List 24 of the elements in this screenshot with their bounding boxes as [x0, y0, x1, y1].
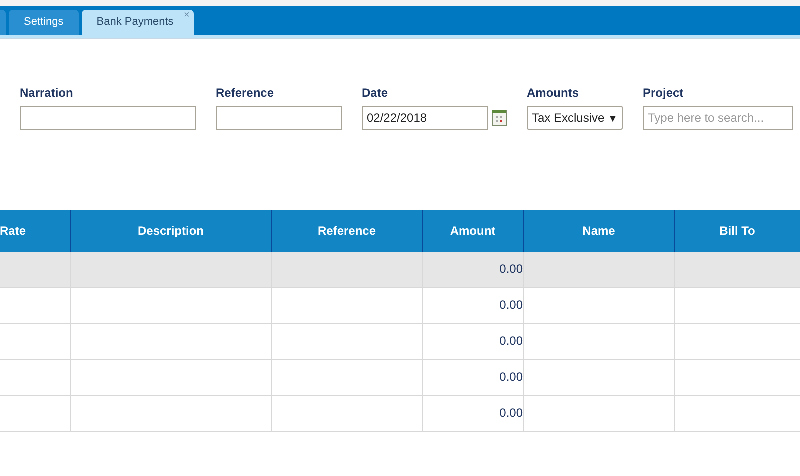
- input-field[interactable]: 02/22/2018: [362, 106, 488, 130]
- amount-cell: 0.00: [500, 370, 523, 384]
- table-row[interactable]: 0.00: [0, 396, 800, 432]
- amount-cell: 0.00: [500, 406, 523, 420]
- field-label: Project: [643, 86, 685, 102]
- input-field[interactable]: [216, 106, 342, 130]
- table-row[interactable]: 0.00: [0, 324, 800, 360]
- field-label: Date: [362, 86, 390, 102]
- calendar-icon[interactable]: [492, 110, 507, 126]
- table-row[interactable]: 0.00: [0, 360, 800, 396]
- tab[interactable]: Bank Payments ×: [82, 10, 194, 35]
- table-row[interactable]: 0.00: [0, 288, 800, 324]
- amount-cell: 0.00: [500, 262, 523, 276]
- tab[interactable]: Settings: [9, 10, 79, 35]
- amounts-dropdown[interactable]: Tax Exclusive ▼: [527, 106, 623, 130]
- field-label: Reference: [216, 86, 276, 102]
- input-field[interactable]: [20, 106, 196, 130]
- table-row[interactable]: 0.00: [0, 252, 800, 288]
- amount-cell: 0.00: [500, 298, 523, 312]
- amount-cell: 0.00: [500, 334, 523, 348]
- column-header: Rate: [0, 223, 28, 240]
- field-label: Amounts: [527, 86, 580, 102]
- input-field[interactable]: Type here to search...: [643, 106, 793, 130]
- field-label: Narration: [20, 86, 74, 102]
